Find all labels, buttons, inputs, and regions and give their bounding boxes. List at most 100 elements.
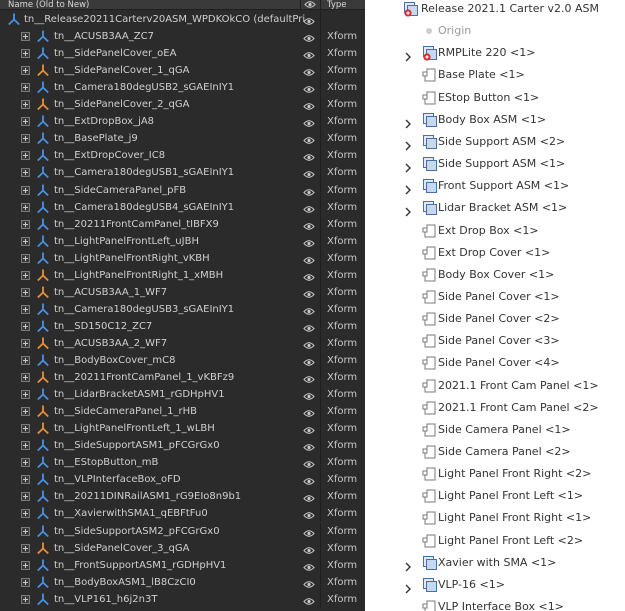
expand-icon[interactable] [21,338,30,348]
expand-icon[interactable] [21,134,30,144]
assembly-tree-row[interactable]: Side Camera Panel <1> [365,419,625,441]
assembly-tree-row[interactable]: Side Support ASM <1> [365,153,625,175]
stage-tree-row[interactable]: tn__XavierwithSMA1_qEBFtFu0 Xform [0,505,365,523]
expand-icon[interactable] [21,83,30,93]
stage-tree-row[interactable]: tn__SideCameraPanel_1_rHB Xform [0,403,365,421]
visibility-eye-icon[interactable] [303,407,315,417]
visibility-eye-icon[interactable] [303,237,315,247]
visibility-eye-icon[interactable] [303,356,315,366]
stage-tree-row[interactable]: tn__Camera180degUSB1_sGAEInIY1 Xform [0,164,365,182]
stage-tree-row[interactable]: tn__LightPanelFrontRight_1_xMBH Xform [0,266,365,284]
visibility-eye-icon[interactable] [303,220,315,230]
stage-tree-row[interactable]: tn__BodyBoxCover_mC8 Xform [0,352,365,369]
assembly-tree-row[interactable]: Origin [365,20,625,42]
expand-icon[interactable] [21,594,30,604]
assembly-tree-row[interactable]: Release 2021.1 Carter v2.0 ASM [365,0,625,20]
stage-tree-row[interactable]: tn__FrontSupportASM1_rGDHpHV1 Xform [0,556,365,574]
name-column-header[interactable]: Name (Old to New) [8,0,89,10]
expand-icon[interactable] [21,100,30,110]
expand-icon[interactable] [21,407,30,417]
assembly-tree-row[interactable]: Body Box ASM <1> [365,109,625,131]
assembly-tree-row[interactable]: VLP Interface Box <1> [365,596,625,611]
assembly-tree-row[interactable]: EStop Button <1> [365,87,625,109]
visibility-eye-icon[interactable] [303,288,315,298]
expand-icon[interactable] [21,424,30,434]
expand-icon[interactable] [21,66,30,76]
chevron-right-icon[interactable] [403,159,413,173]
stage-tree-row[interactable]: tn__ExtDropCover_IC8 Xform [0,147,365,165]
expand-icon[interactable] [21,219,30,229]
visibility-eye-icon[interactable] [303,168,315,179]
stage-tree-row[interactable]: tn__VLPInterfaceBox_oFD Xform [0,471,365,489]
expand-icon[interactable] [21,49,30,59]
stage-tree-row[interactable]: tn__LightPanelFrontRight_vKBH Xform [0,249,365,267]
assembly-tree-row[interactable]: Light Panel Front Left <1> [365,485,625,507]
expand-icon[interactable] [21,185,30,195]
expand-icon[interactable] [21,509,30,519]
stage-tree-row[interactable]: tn__SidePanelCover_oEA Xform [0,45,365,63]
visibility-eye-icon[interactable] [303,561,315,571]
chevron-right-icon[interactable] [403,137,413,151]
stage-root-row[interactable]: tn__Release20211Carterv20ASM_WPDKOkCO (d… [0,11,365,28]
expand-icon[interactable] [21,577,30,587]
stage-tree-row[interactable]: tn__ACUSB3AA_1_WF7 Xform [0,283,365,301]
visibility-eye-icon[interactable] [303,254,315,264]
expand-icon[interactable] [21,441,30,451]
visibility-eye-icon[interactable] [303,305,315,315]
visibility-eye-icon[interactable] [303,595,315,605]
assembly-tree-row[interactable]: Front Support ASM <1> [365,175,625,197]
stage-tree-row[interactable]: tn__SidePanelCover_2_qGA Xform [0,96,365,114]
stage-tree-row[interactable]: tn__BodyBoxASM1_lB8CzCI0 Xform [0,573,365,591]
visibility-eye-icon[interactable] [303,527,315,537]
assembly-tree-row[interactable]: Xavier with SMA <1> [365,552,625,574]
assembly-tree-row[interactable]: 2021.1 Front Cam Panel <2> [365,397,625,419]
visibility-eye-icon[interactable] [303,322,315,332]
stage-tree-row[interactable]: tn__SD150C12_ZC7 Xform [0,317,365,335]
chevron-right-icon[interactable] [403,203,413,217]
expand-icon[interactable] [21,32,30,42]
type-column-header[interactable]: Type [327,0,347,10]
expand-icon[interactable] [21,236,30,246]
expand-icon[interactable] [21,356,30,365]
visibility-eye-icon[interactable] [303,100,315,110]
assembly-tree-row[interactable]: Base Plate <1> [365,64,625,86]
stage-tree-row[interactable]: tn__Camera180degUSB3_sGAEInIY1 Xform [0,300,365,318]
visibility-eye-icon[interactable] [303,49,315,59]
stage-tree-row[interactable]: tn__SideSupportASM2_pFCGrGx0 Xform [0,522,365,540]
expand-icon[interactable] [21,373,30,383]
expand-icon[interactable] [21,475,30,485]
visibility-eye-icon[interactable] [303,151,315,162]
stage-tree-row[interactable]: tn__20211DINRailASM1_rG9EIo8n9b1 Xform [0,488,365,506]
stage-tree-row[interactable]: tn__ACUSB3AA_2_WF7 Xform [0,334,365,352]
expand-icon[interactable] [21,287,30,297]
stage-tree-row[interactable]: tn__LightPanelFrontLeft_1_wLBH Xform [0,420,365,438]
expand-icon[interactable] [21,390,30,400]
expand-icon[interactable] [21,492,30,502]
visibility-eye-icon[interactable] [303,544,315,554]
visibility-eye-icon[interactable] [303,271,315,281]
stage-tree-row[interactable]: tn__BasePlate_j9 Xform [0,130,365,148]
visibility-eye-icon[interactable] [303,390,315,400]
assembly-tree-row[interactable]: RMPLite 220 <1> [365,42,625,64]
expand-icon[interactable] [21,526,30,536]
expand-icon[interactable] [21,543,30,553]
assembly-tree-row[interactable]: Side Panel Cover <3> [365,330,625,352]
visibility-eye-icon[interactable] [303,509,315,520]
expand-icon[interactable] [21,321,30,331]
stage-tree-row[interactable]: tn__SideCameraPanel_pFB Xform [0,181,365,199]
stage-tree-row[interactable]: tn__20211FrontCamPanel_tIBFX9 Xform [0,215,365,233]
chevron-right-icon[interactable] [403,181,413,195]
stage-tree-row[interactable]: tn__EStopButton_mB Xform [0,454,365,472]
assembly-tree-row[interactable]: Body Box Cover <1> [365,264,625,286]
stage-tree-row[interactable]: tn__Camera180degUSB4_sGAEInIY1 Xform [0,198,365,216]
stage-tree-row[interactable]: tn__ACUSB3AA_ZC7 Xform [0,28,365,46]
visibility-eye-icon[interactable] [303,134,315,145]
expand-icon[interactable] [21,168,30,178]
assembly-tree-row[interactable]: Ext Drop Box <1> [365,220,625,242]
visibility-eye-icon[interactable] [303,492,315,503]
visibility-eye-icon[interactable] [303,373,315,383]
expand-icon[interactable] [21,458,30,468]
expand-icon[interactable] [21,151,30,161]
assembly-tree-row[interactable]: Light Panel Front Left <2> [365,530,625,552]
assembly-tree-row[interactable]: 2021.1 Front Cam Panel <1> [365,375,625,397]
